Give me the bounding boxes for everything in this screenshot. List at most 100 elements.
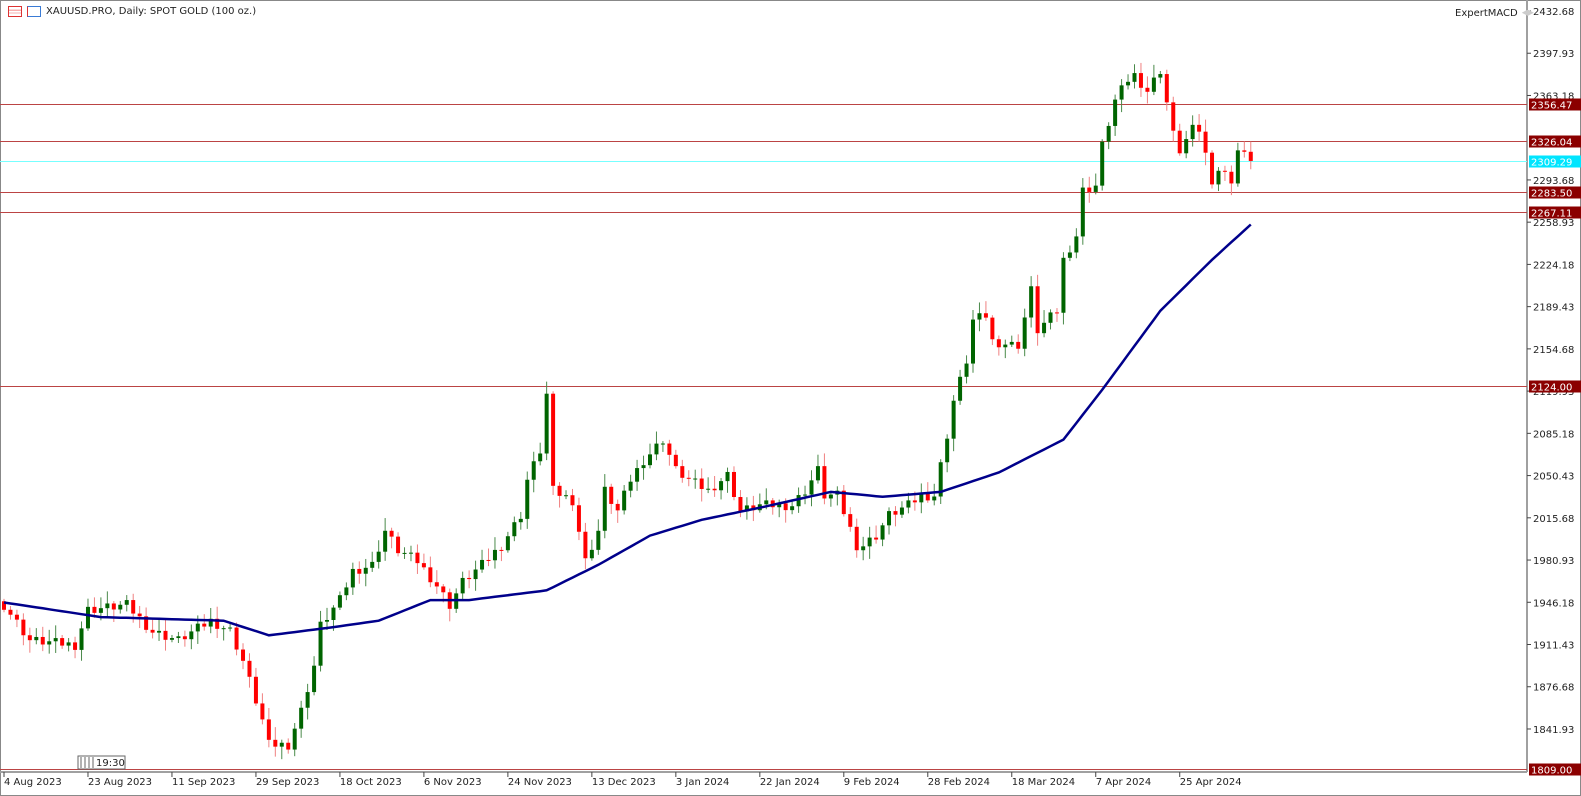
- candle-bearish: [73, 642, 78, 650]
- candle-bullish: [906, 500, 911, 508]
- candle-bullish: [66, 642, 71, 646]
- candle-bearish: [286, 742, 291, 750]
- candle-bearish: [150, 629, 155, 633]
- candle-bullish: [350, 568, 355, 588]
- candle-bearish: [131, 600, 136, 614]
- time-tick-label: 6 Nov 2023: [424, 777, 482, 788]
- candle-bearish: [241, 649, 246, 661]
- time-tick-label: 3 Jan 2024: [676, 777, 730, 788]
- candle-bearish: [1138, 73, 1143, 88]
- candle-bullish: [98, 608, 103, 613]
- candle-bullish: [370, 561, 375, 568]
- candle-bullish: [53, 638, 58, 642]
- candle-bearish: [783, 503, 788, 511]
- time-marker-label: 19:30: [96, 758, 125, 769]
- time-tick-label: 24 Nov 2023: [508, 777, 572, 788]
- candle-bullish: [1113, 99, 1118, 126]
- candle-bullish: [1042, 322, 1047, 334]
- price-tick-label: 2189.43: [1533, 303, 1574, 314]
- candle-bearish: [1229, 171, 1234, 184]
- time-tick-label: 25 Apr 2024: [1180, 777, 1242, 788]
- candle-bearish: [40, 636, 45, 645]
- price-level-label: 2356.47: [1531, 101, 1572, 112]
- price-level-label: 2267.11: [1531, 209, 1572, 220]
- candle-bearish: [92, 606, 97, 613]
- candle-bullish: [1048, 312, 1053, 323]
- candle-bullish: [1022, 317, 1027, 349]
- candle-bullish: [1003, 344, 1008, 348]
- candle-bullish: [919, 493, 924, 503]
- candle-bearish: [1035, 286, 1040, 334]
- candle-bearish: [273, 739, 278, 747]
- candle-bullish: [157, 630, 162, 633]
- candle-bearish: [260, 703, 265, 720]
- candle-bullish: [1061, 257, 1066, 313]
- symbol-icon[interactable]: [27, 6, 41, 17]
- candle-bullish: [331, 607, 336, 620]
- candle-bullish: [887, 511, 892, 526]
- price-tick-label: 2015.68: [1533, 514, 1574, 525]
- menu-icon[interactable]: [8, 6, 22, 17]
- chart-window: 2432.68 2397.93 2363.18 2293.68 2258.93 2224.…: [0, 0, 1581, 796]
- price-chart[interactable]: 2432.682397.932363.182293.682258.932224.…: [0, 0, 1581, 796]
- chart-title: XAUUSD.PRO, Daily: SPOT GOLD (100 oz.): [46, 6, 257, 17]
- candle-bearish: [421, 563, 426, 568]
- candle-bearish: [1145, 87, 1150, 92]
- candle-bearish: [14, 614, 19, 620]
- price-level-label: 2124.00: [1531, 383, 1572, 394]
- candle-bearish: [583, 531, 588, 559]
- candle-bullish: [899, 507, 904, 515]
- candle-bullish: [803, 494, 808, 496]
- price-tick-label: 2085.18: [1533, 429, 1574, 440]
- time-tick-label: 29 Sep 2023: [256, 777, 319, 788]
- candle-bearish: [247, 660, 252, 677]
- candle-bearish: [415, 552, 420, 564]
- price-tick-label: 1911.43: [1533, 641, 1574, 652]
- price-level-label: 2309.29: [1531, 158, 1572, 169]
- candle-bearish: [1087, 187, 1092, 192]
- candle-bullish: [867, 537, 872, 547]
- time-tick-label: 28 Feb 2024: [928, 777, 990, 788]
- candle-bullish: [1080, 187, 1085, 237]
- candle-bullish: [596, 530, 601, 550]
- price-tick-label: 2258.93: [1533, 218, 1574, 229]
- candle-bearish: [434, 582, 439, 587]
- price-tick-label: 2154.68: [1533, 345, 1574, 356]
- candle-bearish: [615, 503, 620, 511]
- candle-bullish: [1235, 150, 1240, 184]
- candle-bearish: [1164, 74, 1169, 103]
- candle-bullish: [305, 692, 310, 708]
- candle-bullish: [1190, 124, 1195, 140]
- candle-bearish: [357, 568, 362, 574]
- price-tick-label: 2293.68: [1533, 176, 1574, 187]
- candle-bullish: [725, 471, 730, 482]
- candle-bearish: [874, 537, 879, 540]
- candle-bearish: [848, 514, 853, 527]
- candle-bullish: [809, 480, 814, 495]
- candle-bullish: [344, 587, 349, 596]
- candle-bearish: [699, 478, 704, 489]
- candle-bullish: [292, 728, 297, 750]
- expert-advisor-label[interactable]: ExpertMACD: [1455, 8, 1534, 19]
- candle-bearish: [1242, 150, 1247, 152]
- candle-bearish: [990, 317, 995, 340]
- time-tick-label: 9 Feb 2024: [844, 777, 900, 788]
- candle-bullish: [408, 552, 413, 554]
- candle-bullish: [228, 627, 233, 629]
- candle-bullish: [951, 400, 956, 439]
- candle-bearish: [673, 454, 678, 467]
- candle-bullish: [589, 549, 594, 559]
- price-level-label: 2326.04: [1531, 138, 1572, 149]
- candle-bullish: [79, 628, 84, 650]
- candle-bullish: [1132, 73, 1137, 82]
- time-tick-label: 13 Dec 2023: [592, 777, 656, 788]
- candle-bullish: [518, 518, 523, 523]
- candle-bullish: [1158, 74, 1163, 78]
- candle-bullish: [176, 636, 181, 639]
- candle-bullish: [525, 479, 530, 519]
- candle-bearish: [1171, 102, 1176, 131]
- price-level-label: 2283.50: [1531, 189, 1572, 200]
- candle-bullish: [1126, 81, 1131, 86]
- candle-bullish: [460, 577, 465, 594]
- candle-bearish: [234, 627, 239, 650]
